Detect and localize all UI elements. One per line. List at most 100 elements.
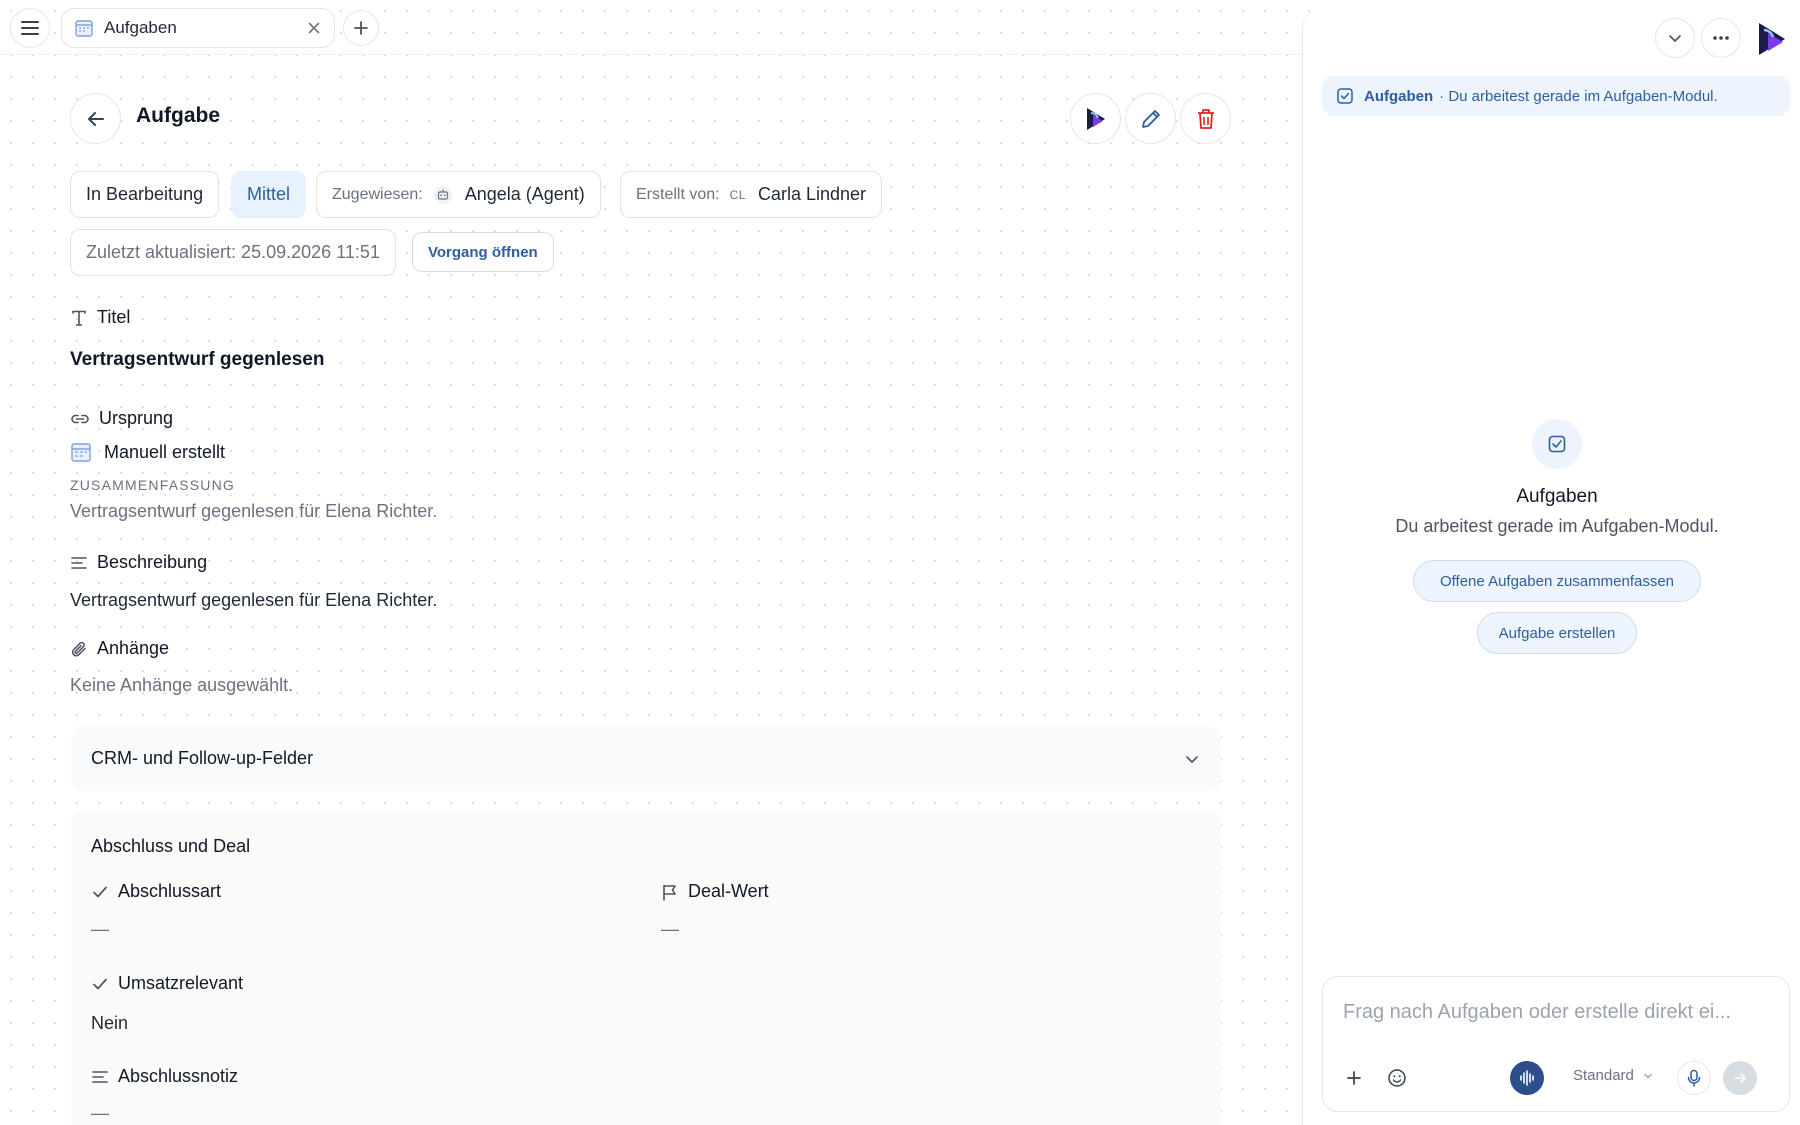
title-value: Vertragsentwurf gegenlesen	[70, 349, 325, 370]
suggestion-2-label: Aufgabe erstellen	[1498, 624, 1616, 642]
closing-note-value: —	[91, 1103, 109, 1123]
mode-select[interactable]: Standard	[1573, 1067, 1654, 1084]
context-text: · Du arbeitest gerade im Aufgaben-Modul.	[1439, 87, 1718, 105]
text-type-icon	[70, 309, 88, 327]
check-icon	[91, 975, 109, 993]
creator-value: Carla Lindner	[757, 184, 866, 204]
robot-icon	[433, 185, 453, 205]
revenue-relevant-label-text: Umsatzrelevant	[118, 973, 244, 993]
calendar-icon	[74, 18, 94, 38]
deal-value-label: Deal-Wert	[661, 881, 769, 902]
updated-text: Zuletzt aktualisiert: 25.09.2026 11:51	[86, 242, 380, 262]
link-icon	[70, 410, 90, 428]
deal-section: Abschluss und Deal Abschlussart — Deal-W…	[71, 811, 1221, 1125]
mode-select-value: Standard	[1573, 1067, 1634, 1084]
deal-value-value: —	[661, 919, 679, 939]
creator-chip: Erstellt von: CL Carla Lindner	[620, 171, 882, 218]
module-icon-badge	[1532, 419, 1582, 469]
deal-section-title: Abschluss und Deal	[91, 836, 251, 856]
text-align-icon	[70, 554, 88, 572]
brand-logo-icon	[1082, 105, 1110, 133]
brand-logo-icon	[1753, 20, 1791, 58]
pencil-icon	[1139, 107, 1163, 131]
plus-icon	[352, 19, 370, 37]
status-chip[interactable]: In Bearbeitung	[70, 171, 220, 218]
avatar: CL	[729, 187, 746, 202]
assistant-panel: Aufgaben · Du arbeitest gerade im Aufgab…	[1302, 10, 1800, 1125]
assignee-value: Angela (Agent)	[464, 184, 585, 204]
closing-note-label-text: Abschlussnotiz	[118, 1066, 239, 1086]
updated-chip: Zuletzt aktualisiert: 25.09.2026 11:51	[70, 229, 396, 276]
flag-icon	[661, 883, 679, 901]
assignee-chip[interactable]: Zugewiesen: Angela (Agent)	[316, 171, 601, 218]
description-label-text: Beschreibung	[97, 552, 208, 572]
close-icon[interactable]	[306, 20, 322, 36]
task-detail: Aufgabe In Bearbeitung Mittel Zugewiesen…	[0, 56, 1302, 1125]
microphone-button[interactable]	[1677, 1061, 1711, 1095]
origin-value: Manuell erstellt	[70, 441, 225, 463]
open-process-label: Vorgang öffnen	[428, 243, 538, 261]
crm-accordion-title: CRM- und Follow-up-Felder	[91, 748, 314, 768]
priority-chip[interactable]: Mittel	[231, 171, 307, 218]
checkbox-icon	[1547, 434, 1567, 454]
page-title: Aufgabe	[136, 104, 220, 127]
closing-type-label: Abschlussart	[91, 881, 221, 902]
context-module: Aufgaben	[1364, 87, 1434, 105]
edit-button[interactable]	[1125, 93, 1176, 144]
crm-accordion[interactable]: CRM- und Follow-up-Felder	[71, 726, 1221, 791]
closing-type-value: —	[91, 919, 109, 939]
priority-chip-label: Mittel	[247, 184, 291, 204]
text-align-icon	[91, 1068, 109, 1086]
calendar-icon	[70, 441, 92, 463]
hamburger-icon	[19, 17, 41, 39]
deal-value-label-text: Deal-Wert	[688, 881, 769, 901]
attachments-label-text: Anhänge	[97, 638, 170, 658]
more-horizontal-icon	[1711, 35, 1731, 41]
attachments-field-label: Anhänge	[70, 638, 169, 659]
plus-icon[interactable]	[1345, 1069, 1363, 1087]
closing-type-label-text: Abschlussart	[118, 881, 222, 901]
back-button[interactable]	[70, 93, 121, 144]
tab-bar: Aufgaben	[0, 0, 1302, 55]
origin-label-text: Ursprung	[99, 408, 174, 428]
more-options-button[interactable]	[1701, 18, 1741, 58]
chevron-down-icon	[1666, 29, 1684, 47]
check-icon	[91, 883, 109, 901]
summarize-open-tasks-button[interactable]: Offene Aufgaben zusammenfassen	[1413, 560, 1701, 602]
assistant-title: Aufgaben	[1516, 486, 1598, 507]
suggestion-1-label: Offene Aufgaben zusammenfassen	[1439, 572, 1675, 590]
summary-value: Vertragsentwurf gegenlesen für Elena Ric…	[70, 501, 438, 521]
emoji-icon[interactable]	[1387, 1068, 1407, 1088]
create-task-button[interactable]: Aufgabe erstellen	[1477, 612, 1637, 654]
chat-composer: Standard	[1322, 976, 1790, 1112]
summary-label: ZUSAMMENFASSUNG	[70, 477, 236, 493]
attachments-value: Keine Anhänge ausgewählt.	[70, 675, 294, 695]
revenue-relevant-value: Nein	[91, 1013, 129, 1033]
closing-note-label: Abschlussnotiz	[91, 1066, 238, 1087]
assignee-label: Zugewiesen:	[332, 185, 423, 203]
paperclip-icon	[70, 640, 88, 658]
tab-aufgaben[interactable]: Aufgaben	[61, 8, 335, 48]
voice-mode-button[interactable]	[1510, 1061, 1544, 1095]
new-tab-button[interactable]	[343, 10, 379, 46]
waveform-icon	[1518, 1069, 1536, 1087]
origin-field-label: Ursprung	[70, 408, 173, 429]
description-field-label: Beschreibung	[70, 552, 207, 573]
creator-label: Erstellt von:	[636, 185, 720, 203]
checkbox-icon	[1336, 87, 1354, 105]
description-value: Vertragsentwurf gegenlesen für Elena Ric…	[70, 590, 438, 610]
assistant-button[interactable]	[1070, 93, 1121, 144]
menu-button[interactable]	[10, 8, 50, 48]
delete-button[interactable]	[1180, 93, 1231, 144]
tab-label: Aufgaben	[104, 18, 177, 37]
send-button[interactable]	[1723, 1061, 1757, 1095]
collapse-button[interactable]	[1655, 18, 1695, 58]
revenue-relevant-label: Umsatzrelevant	[91, 973, 243, 994]
open-process-button[interactable]: Vorgang öffnen	[412, 232, 554, 272]
chat-input[interactable]	[1343, 997, 1773, 1027]
context-pill: Aufgaben · Du arbeitest gerade im Aufgab…	[1322, 76, 1790, 116]
microphone-icon	[1686, 1069, 1702, 1087]
origin-value-text: Manuell erstellt	[104, 441, 226, 462]
chevron-down-icon	[1642, 1070, 1654, 1082]
trash-icon	[1195, 107, 1217, 131]
